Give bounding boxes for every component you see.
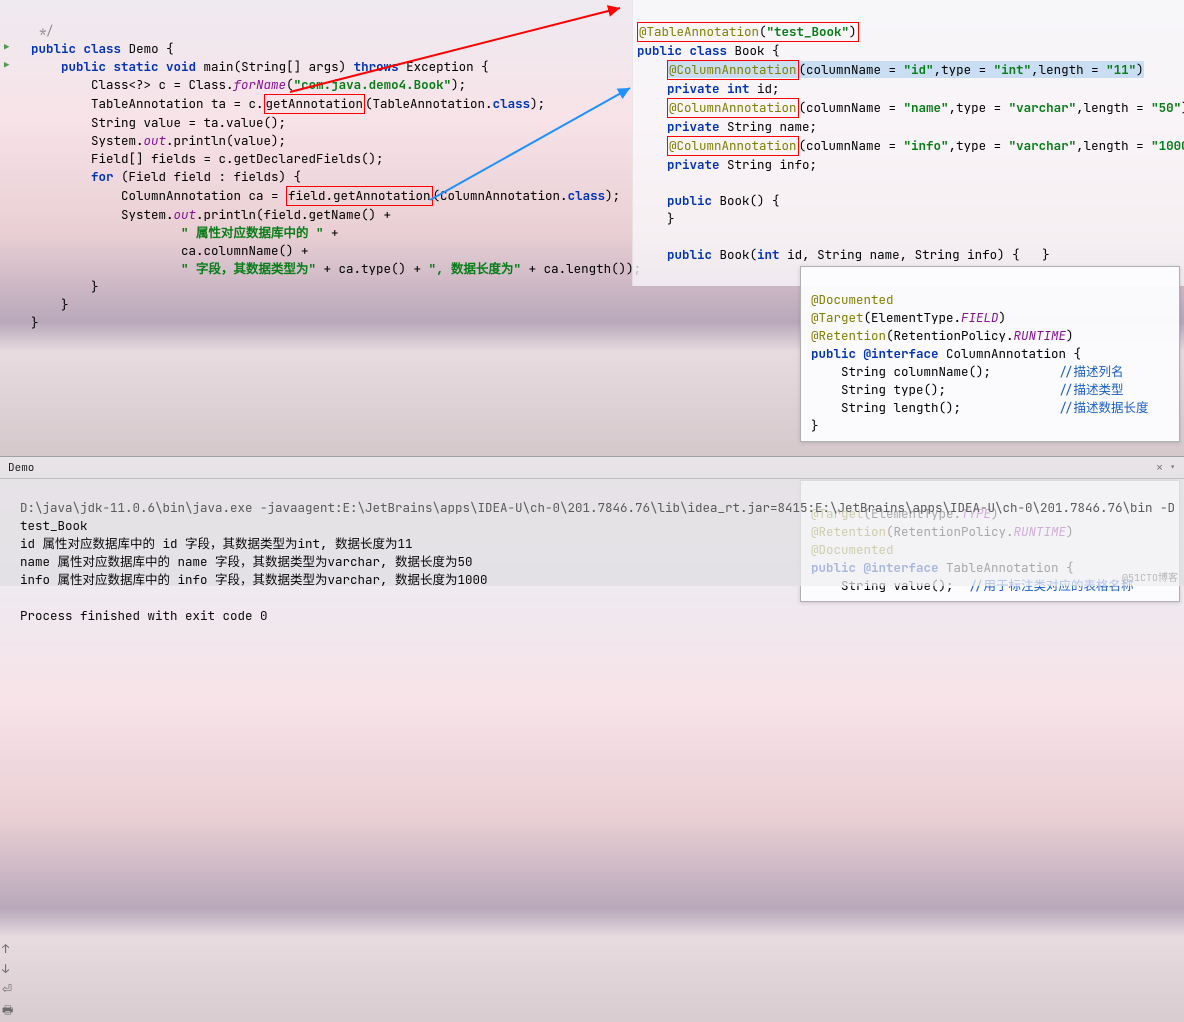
code: (columnName =	[799, 99, 904, 116]
code: +	[324, 224, 339, 241]
string: "info"	[904, 137, 949, 154]
code: }	[31, 314, 39, 331]
string: " 字段，其数据类型为"	[181, 260, 316, 277]
string: "1000"	[1151, 137, 1184, 154]
code: (Field field : fields) {	[114, 168, 302, 185]
keyword: public	[31, 40, 76, 57]
code: String name;	[720, 118, 818, 135]
code: Class<?> c = Class.	[91, 76, 234, 93]
code: TableAnnotation ta = c.	[91, 95, 264, 112]
code: ,type =	[949, 137, 1009, 154]
code: ColumnAnnotation ca =	[121, 187, 286, 204]
keyword: private	[667, 118, 720, 135]
code: }	[61, 296, 69, 313]
console-tab[interactable]: Demo	[8, 461, 34, 475]
keyword: class	[493, 95, 531, 112]
keyword: public static void	[61, 58, 196, 75]
console-output[interactable]: D:\java\jdk-11.0.6\bin\java.exe -javaage…	[0, 479, 1184, 645]
keyword: public	[667, 192, 712, 209]
keyword: throws	[354, 58, 399, 75]
code: Book(	[712, 246, 757, 263]
code: Demo {	[129, 40, 174, 57]
string: " 属性对应数据库中的 "	[181, 224, 324, 241]
console-toolbar: ↑ ↓ ⏎ 🖶	[2, 941, 13, 1022]
string: ", 数据长度为"	[429, 260, 522, 277]
string: "name"	[904, 99, 949, 116]
watermark: @51CTO博客	[1122, 569, 1178, 584]
run-gutter-icon[interactable]: ▶	[4, 56, 9, 74]
code: }	[667, 210, 675, 227]
code: Field[] fields = c.getDeclaredFields();	[91, 150, 384, 167]
code: Book {	[727, 42, 780, 59]
keyword: private	[667, 156, 720, 173]
code: String value = ta.value();	[91, 114, 286, 131]
console-line: Process finished with exit code 0	[20, 607, 268, 624]
keyword: public	[667, 246, 712, 263]
code: id;	[750, 80, 780, 97]
keyword: int	[757, 246, 780, 263]
up-icon[interactable]: ↑	[2, 941, 13, 957]
keyword: class	[568, 187, 606, 204]
print-icon[interactable]: 🖶	[2, 1001, 13, 1022]
code: + ca.type() +	[316, 260, 429, 277]
code: String info;	[720, 156, 818, 173]
code: Exception {	[406, 58, 489, 75]
code: ,length =	[1076, 99, 1151, 116]
highlight-box: getAnnotation	[264, 94, 366, 114]
code: );	[451, 76, 466, 93]
console-line: info 属性对应数据库中的 info 字段，其数据类型为varchar, 数据…	[20, 571, 488, 588]
comment: */	[16, 22, 54, 39]
code: + ca.length());	[521, 260, 641, 277]
code: Book() {	[712, 192, 780, 209]
code: (TableAnnotation.	[365, 95, 493, 112]
console-command: D:\java\jdk-11.0.6\bin\java.exe -javaage…	[20, 499, 1175, 516]
keyword: class	[84, 40, 122, 57]
column-annotation-popup: @Documented @Target(ElementType.FIELD) @…	[800, 266, 1180, 442]
code: id, String name, String info) { }	[780, 246, 1050, 263]
keyword: public class	[637, 42, 727, 59]
console-line: test_Book	[20, 517, 88, 534]
field: out	[144, 132, 167, 149]
string: "50"	[1151, 99, 1181, 116]
editor-gutter: ▶ ▶	[0, 0, 16, 456]
code: (String[] args)	[234, 58, 347, 75]
code: ,type =	[949, 99, 1009, 116]
code: System.	[91, 132, 144, 149]
code: System.	[121, 206, 174, 223]
right-code-pane[interactable]: @TableAnnotation("test_Book") public cla…	[632, 0, 1184, 286]
highlight-box: @ColumnAnnotation	[667, 98, 799, 118]
code: (ColumnAnnotation.	[433, 187, 568, 204]
code: (	[286, 76, 294, 93]
code: .println(field.getName() +	[196, 206, 391, 223]
keyword: private int	[667, 80, 750, 97]
code: .println(value);	[166, 132, 286, 149]
keyword: for	[91, 168, 114, 185]
string: "varchar"	[1009, 137, 1077, 154]
field: out	[174, 206, 197, 223]
down-icon[interactable]: ↓	[2, 961, 13, 977]
run-console[interactable]: Demo ✕ ▾ ↑ ↓ ⏎ 🖶 D:\java\jdk-11.0.6\bin\…	[0, 456, 1184, 586]
code: (columnName =	[799, 137, 904, 154]
console-tabbar[interactable]: Demo ✕ ▾	[0, 457, 1184, 479]
method: main	[204, 58, 234, 75]
method: forName	[234, 76, 287, 93]
highlight-box: @ColumnAnnotation	[667, 60, 799, 80]
wrap-icon[interactable]: ⏎	[2, 981, 13, 997]
code: }	[91, 278, 99, 295]
code: );	[605, 187, 620, 204]
code: ca.columnName() +	[181, 242, 309, 259]
console-settings-icon[interactable]: ✕ ▾	[1156, 461, 1176, 475]
string: "com.java.demo4.Book"	[294, 76, 452, 93]
console-line: name 属性对应数据库中的 name 字段，其数据类型为varchar, 数据…	[20, 553, 473, 570]
highlight-box: @ColumnAnnotation	[667, 136, 799, 156]
console-line: id 属性对应数据库中的 id 字段，其数据类型为int, 数据长度为11	[20, 535, 413, 552]
run-gutter-icon[interactable]: ▶	[4, 38, 9, 56]
string: "varchar"	[1009, 99, 1077, 116]
code: ,length =	[1076, 137, 1151, 154]
code: );	[530, 95, 545, 112]
highlight-box: @TableAnnotation("test_Book")	[637, 22, 859, 42]
highlight-box: field.getAnnotation	[286, 186, 433, 206]
